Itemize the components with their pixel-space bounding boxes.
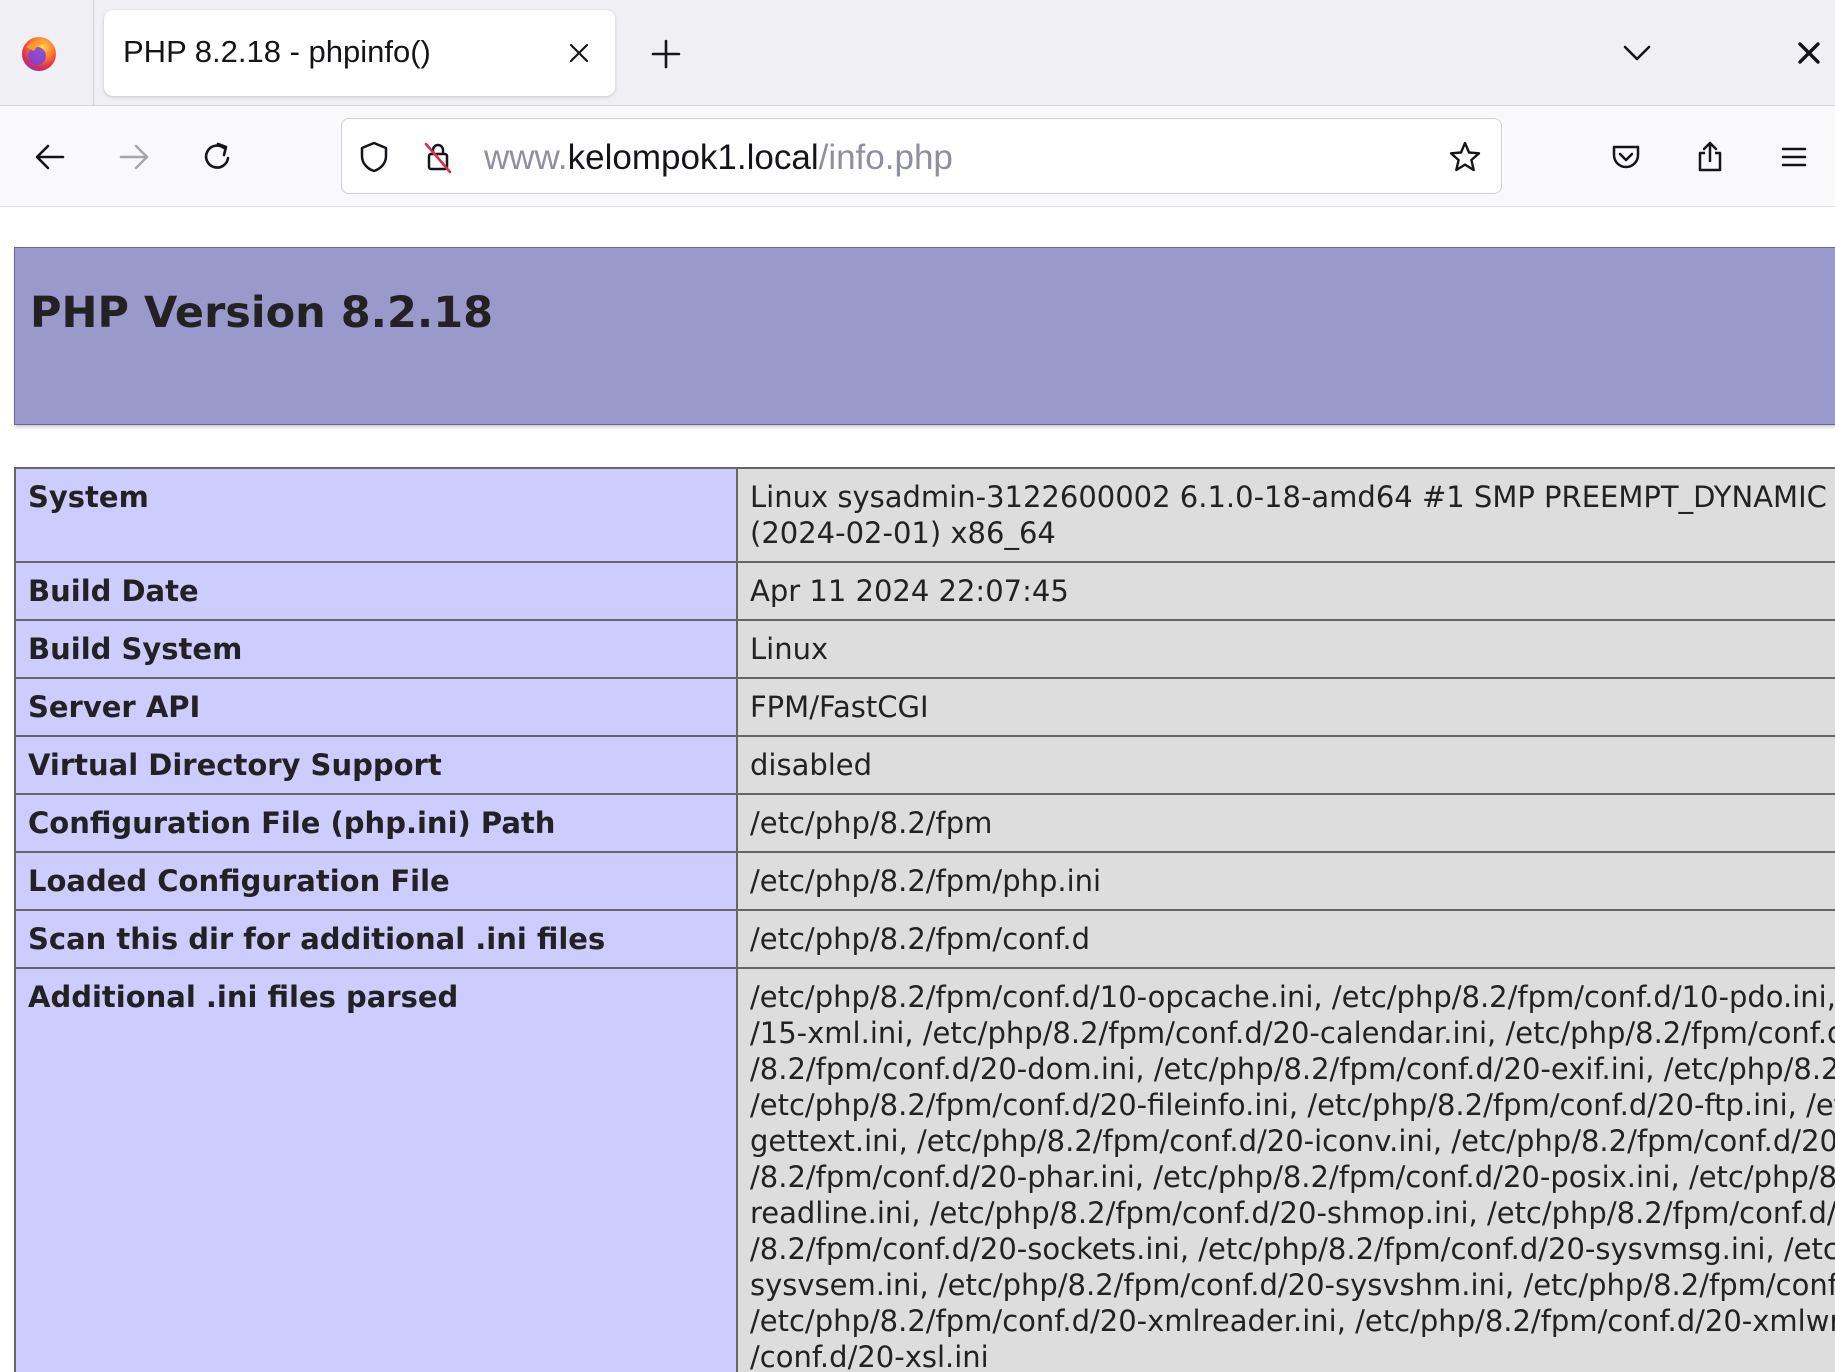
row-label: Additional .ini files parsed [14,967,738,1372]
firefox-icon[interactable] [20,35,58,73]
value-line: /etc/php/8.2/fpm/conf.d/10-opcache.ini, … [750,980,1835,1014]
row-label: Virtual Directory Support [14,735,738,795]
shield-icon[interactable] [356,139,392,175]
table-row: Configuration File (php.ini) Path /etc/p… [14,793,1835,853]
value-line: Linux sysadmin-3122600002 6.1.0-18-amd64… [750,480,1835,514]
row-value: /etc/php/8.2/fpm/conf.d [736,909,1835,969]
page-content: PHP Version 8.2.18 System Linux sysadmin… [0,207,1835,1372]
row-label: Build Date [14,561,738,621]
arrow-right-icon[interactable] [116,139,152,175]
value-line: /etc/php/8.2/fpm/conf.d/20-xmlreader.ini… [750,1304,1835,1338]
close-icon[interactable] [564,38,594,68]
row-label: Server API [14,677,738,737]
row-value: disabled [736,735,1835,795]
value-line: (2024-02-01) x86_64 [750,516,1056,550]
row-value: /etc/php/8.2/fpm/conf.d/10-opcache.ini, … [736,967,1835,1372]
row-value: /etc/php/8.2/fpm/php.ini [736,851,1835,911]
row-label: Loaded Configuration File [14,851,738,911]
table-row: Scan this dir for additional .ini files … [14,909,1835,969]
tab-strip-divider [93,0,94,106]
arrow-left-icon[interactable] [32,139,68,175]
value-line: /etc/php/8.2/fpm/conf.d/20-fileinfo.ini,… [750,1088,1835,1122]
navigation-toolbar: www.kelompok1.local/info.php [0,106,1835,207]
browser-tab[interactable]: PHP 8.2.18 - phpinfo() [104,10,615,96]
row-label: Scan this dir for additional .ini files [14,909,738,969]
table-row: Build Date Apr 11 2024 22:07:45 [14,561,1835,621]
tab-strip: PHP 8.2.18 - phpinfo() [0,0,1835,106]
row-label: System [14,467,738,563]
star-icon[interactable] [1447,139,1483,175]
url-path: /info.php [818,138,953,177]
value-line: /15-xml.ini, /etc/php/8.2/fpm/conf.d/20-… [750,1016,1835,1050]
chevron-down-icon[interactable] [1620,38,1654,68]
lock-slash-icon[interactable] [420,139,456,175]
phpinfo-table: System Linux sysadmin-3122600002 6.1.0-1… [14,467,1835,1372]
table-row: Server API FPM/FastCGI [14,677,1835,737]
value-line: readline.ini, /etc/php/8.2/fpm/conf.d/20… [750,1196,1835,1230]
url-text[interactable]: www.kelompok1.local/info.php [484,138,953,178]
address-bar[interactable]: www.kelompok1.local/info.php [341,118,1502,194]
share-icon[interactable] [1692,139,1728,175]
row-value: FPM/FastCGI [736,677,1835,737]
table-row: Virtual Directory Support disabled [14,735,1835,795]
page-title: PHP Version 8.2.18 [30,288,494,338]
table-row: Additional .ini files parsed /etc/php/8.… [14,967,1835,1372]
php-version-header: PHP Version 8.2.18 [14,247,1835,425]
tab-title: PHP 8.2.18 - phpinfo() [123,34,431,69]
table-row: System Linux sysadmin-3122600002 6.1.0-1… [14,467,1835,563]
reload-icon[interactable] [199,139,235,175]
table-row: Loaded Configuration File /etc/php/8.2/f… [14,851,1835,911]
value-line: /conf.d/20-xsl.ini [750,1340,989,1372]
row-value: Linux sysadmin-3122600002 6.1.0-18-amd64… [736,467,1835,563]
row-label: Configuration File (php.ini) Path [14,793,738,853]
row-value: Apr 11 2024 22:07:45 [736,561,1835,621]
value-line: /8.2/fpm/conf.d/20-sockets.ini, /etc/php… [750,1232,1835,1266]
table-row: Build System Linux [14,619,1835,679]
url-prefix: www. [484,138,568,177]
row-label: Build System [14,619,738,679]
url-host: kelompok1.local [567,138,819,177]
plus-icon[interactable] [648,36,684,72]
hamburger-menu-icon[interactable] [1776,139,1812,175]
pocket-icon[interactable] [1608,139,1644,175]
value-line: sysvsem.ini, /etc/php/8.2/fpm/conf.d/20-… [750,1268,1835,1302]
row-value: /etc/php/8.2/fpm [736,793,1835,853]
row-value: Linux [736,619,1835,679]
value-line: /8.2/fpm/conf.d/20-phar.ini, /etc/php/8.… [750,1160,1835,1194]
close-icon[interactable] [1795,39,1823,67]
value-line: /8.2/fpm/conf.d/20-dom.ini, /etc/php/8.2… [750,1052,1835,1086]
value-line: gettext.ini, /etc/php/8.2/fpm/conf.d/20-… [750,1124,1835,1158]
